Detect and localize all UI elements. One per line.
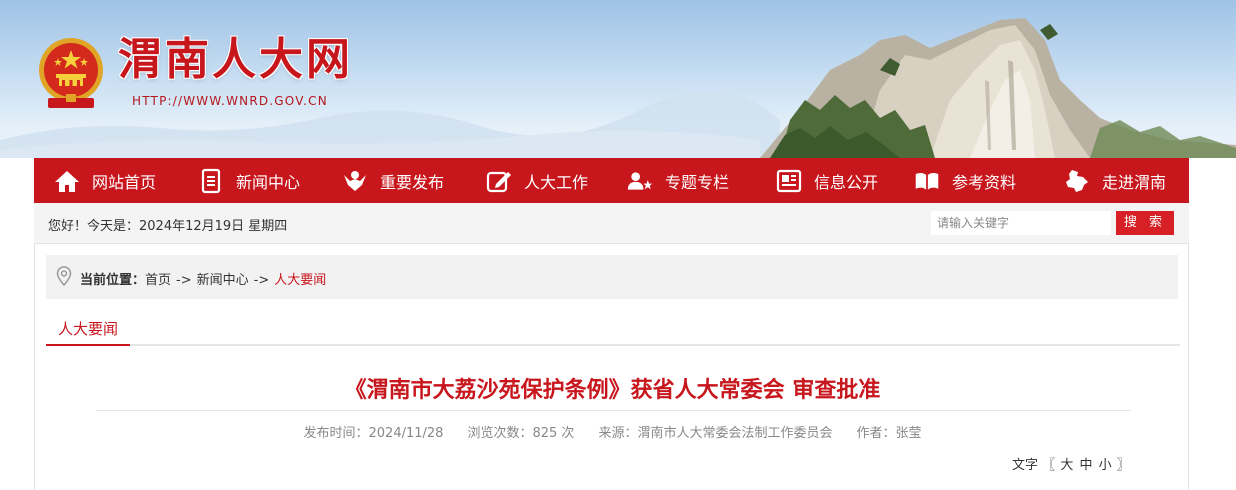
nav-item-releases[interactable]: 重要发布 [342,158,444,203]
tab-renda-news[interactable]: 人大要闻 [46,318,130,346]
source-value: 渭南市人大常委会法制工作委员会 [637,426,833,441]
national-emblem-logo [39,38,103,108]
breadcrumb-separator: -> [176,273,192,288]
search-button[interactable]: 搜 索 [1116,211,1174,235]
book-icon [914,168,940,194]
author-label: 作者： [856,426,896,441]
title-divider [96,410,1131,411]
bracket-open: 〖 [1042,458,1056,473]
views-info: 浏览次数：825 次 [467,426,574,441]
announce-icon [342,168,368,194]
nav-item-weinan[interactable]: 走进渭南 [1064,158,1166,203]
nav-label: 信息公开 [814,172,879,192]
author-value: 张莹 [895,426,922,441]
nav-item-work[interactable]: 人大工作 [486,158,588,203]
font-small-button[interactable]: 小 [1099,458,1112,473]
search-input[interactable] [931,211,1111,235]
font-size-control: 文字 〖 大 中 小 〗 [1012,454,1130,473]
nav-label: 人大工作 [524,172,589,192]
breadcrumb-news[interactable]: 新闻中心 [197,273,249,288]
publish-info: 发布时间：2024/11/28 [303,426,443,441]
views-count: 825 [532,426,558,441]
article-meta: 发布时间：2024/11/28 浏览次数：825 次 来源：渭南市人大常委会法制工作… [35,422,1190,441]
breadcrumb-label: 当前位置： [80,273,146,288]
nav-label: 重要发布 [380,172,445,192]
site-title[interactable]: 渭南人大网 [118,34,353,86]
publish-date: 2024/11/28 [368,426,444,441]
nav-item-home[interactable]: 网站首页 [54,158,156,203]
nav-label: 走进渭南 [1102,172,1167,192]
nav-label: 参考资料 [952,172,1017,192]
breadcrumb-separator: -> [253,273,270,288]
breadcrumb: 当前位置：首页 -> 新闻中心 -> 人大要闻 [46,255,1178,299]
home-icon [54,168,80,194]
nav-item-disclosure[interactable]: 信息公开 [776,158,878,203]
info-bar: 您好！今天是：2024年12月19日 星期四 搜 索 [34,203,1189,243]
font-medium-button[interactable]: 中 [1079,458,1092,473]
document-icon [198,168,224,194]
site-url[interactable]: HTTP://WWW.WNRD.GOV.CN [132,94,328,108]
article-title: 《渭南市大荔沙苑保护条例》获省人大常委会 审查批准 [344,378,881,403]
tab-divider [46,344,1180,346]
nav-item-news[interactable]: 新闻中心 [198,158,300,203]
date-greeting: 您好！今天是：2024年12月19日 星期四 [48,219,288,234]
bracket-close: 〗 [1116,458,1130,473]
location-pin-icon [56,266,72,286]
user-star-icon [627,168,653,194]
nav-label: 专题专栏 [665,172,730,192]
breadcrumb-current[interactable]: 人大要闻 [274,273,326,288]
newspaper-icon [776,168,802,194]
nav-item-topics[interactable]: 专题专栏 [627,158,729,203]
article-container: 当前位置：首页 -> 新闻中心 -> 人大要闻 人大要闻 《渭南市大荔沙苑保护条例》获省… [34,243,1189,490]
views-label: 浏览次数： [467,426,533,441]
views-unit: 次 [561,426,575,441]
edit-icon [486,168,512,194]
map-icon [1064,168,1090,194]
publish-label: 发布时间： [303,426,369,441]
nav-label: 新闻中心 [236,172,301,192]
nav-item-references[interactable]: 参考资料 [914,158,1016,203]
font-size-label: 文字 [1012,458,1039,473]
nav-label: 网站首页 [92,172,157,192]
breadcrumb-home[interactable]: 首页 [145,273,171,288]
main-nav: 网站首页 新闻中心 重要发布 人大工作 专题专栏 信息公开 参考资料 走进渭南 [34,158,1189,203]
source-label: 来源： [598,426,638,441]
header-banner: 渭南人大网 HTTP://WWW.WNRD.GOV.CN [0,0,1236,158]
font-large-button[interactable]: 大 [1060,458,1073,473]
author-info: 作者：张莹 [856,426,921,441]
source-info: 来源：渭南市人大常委会法制工作委员会 [598,426,832,441]
